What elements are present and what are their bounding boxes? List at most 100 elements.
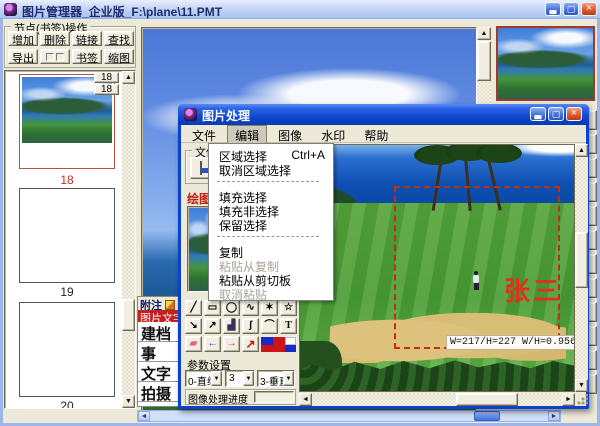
color-palette-button[interactable] xyxy=(261,336,297,352)
scroll-down-icon[interactable]: ▼ xyxy=(575,379,588,392)
thumbnail-image-20[interactable] xyxy=(22,305,112,394)
width-combobox[interactable]: 3 ▼ xyxy=(225,370,255,387)
scroll-up-icon[interactable]: ▲ xyxy=(122,71,135,84)
dialog-icon xyxy=(184,108,197,121)
frame-pair-button[interactable] xyxy=(40,49,70,64)
window-title: 图片管理器_企业版_F:\plane\11.PMT xyxy=(22,3,222,20)
palette-icon xyxy=(261,337,297,352)
export-button[interactable]: 导出 xyxy=(8,49,38,64)
delete-button[interactable]: 删除 xyxy=(40,31,70,46)
thumbnail-label: 19 xyxy=(19,285,115,299)
index-badge: 18 xyxy=(94,72,119,83)
dialog-close-button[interactable]: × xyxy=(566,107,582,121)
thumbnail-item[interactable] xyxy=(19,188,115,283)
dialog-title: 图片处理 xyxy=(202,107,250,124)
main-titlebar: 图片管理器_企业版_F:\plane\11.PMT ▃ ▢ × xyxy=(0,0,600,19)
curve-tool[interactable]: ∿ xyxy=(242,300,259,316)
selection-stats: W=217/H=227 W/H=0.956 xyxy=(446,335,575,350)
node-ops-group: 节点(书签)操作 增加 删除 链接 查找 导出 书签 缩图 xyxy=(4,26,136,68)
file-icon xyxy=(200,161,202,175)
edit-canvas[interactable]: 张三 W=217/H=227 W/H=0.956 xyxy=(299,144,575,392)
scroll-left-icon[interactable]: ◄ xyxy=(299,393,312,406)
thumbnail-item[interactable] xyxy=(19,302,115,397)
red-arrow-tool[interactable]: ↗ xyxy=(242,336,259,352)
resize-grip[interactable] xyxy=(576,394,588,406)
frame-icon xyxy=(56,53,64,61)
main-vscroll-thumb[interactable] xyxy=(477,41,491,81)
minimize-button[interactable]: ▃ xyxy=(545,2,561,16)
scroll-up-icon[interactable]: ▲ xyxy=(575,144,588,157)
ellipse-tool[interactable]: ◯ xyxy=(223,300,240,316)
diagonal-tool[interactable]: ↘ xyxy=(185,318,202,334)
align-combobox[interactable]: 3-垂直 ▼ xyxy=(257,370,295,387)
maximize-button[interactable]: ▢ xyxy=(563,2,579,16)
scroll-left-icon[interactable]: ◄ xyxy=(138,411,150,421)
index-badge: 18 xyxy=(94,84,119,95)
menu-item-copy[interactable]: 复制 xyxy=(209,243,333,257)
canvas-vscroll[interactable]: ▲ ▼ xyxy=(575,144,588,392)
dialog-maximize-button[interactable]: ▢ xyxy=(548,107,564,121)
chart-tool[interactable]: ▟ xyxy=(223,318,240,334)
spray-tool[interactable]: ✶ xyxy=(261,300,278,316)
notes-icon xyxy=(165,300,175,310)
menu-item-keep-selection[interactable]: 保留选择 xyxy=(209,216,333,230)
shortcut-label: Ctrl+A xyxy=(291,148,325,162)
bookmark-button[interactable]: 书签 xyxy=(72,49,102,64)
preview-thumbnail[interactable] xyxy=(496,26,595,101)
list-scrollbar[interactable]: ▲ ▼ xyxy=(122,71,135,408)
menu-item-fill-nonselection[interactable]: 填充非选择 xyxy=(209,202,333,216)
palm-fronds xyxy=(476,144,522,163)
shape-combobox[interactable]: 0-直线 ▼ xyxy=(185,370,223,387)
stream-tool[interactable]: ʃ xyxy=(242,318,259,334)
image-process-dialog: 图片处理 ▃ ▢ × 文件 编辑 图像 水印 帮助 文件 绘图 ╱ ▭ ◯ ∿ … xyxy=(178,104,589,409)
scroll-down-icon[interactable]: ▼ xyxy=(122,395,135,408)
link-button[interactable]: 链接 xyxy=(72,31,102,46)
main-hscroll[interactable]: ◄ ► xyxy=(137,410,561,422)
arc-tool[interactable]: ⌒ xyxy=(261,318,278,334)
canvas-vscroll-thumb[interactable] xyxy=(575,232,588,288)
thumbnail-button[interactable]: 缩图 xyxy=(104,49,134,64)
canvas-hscroll[interactable]: ◄ ► xyxy=(299,393,575,406)
scroll-right-icon[interactable]: ► xyxy=(562,393,575,406)
menu-item-paste-from-clipboard[interactable]: 粘贴从剪切板 xyxy=(209,271,333,285)
star-tool[interactable]: ☆ xyxy=(280,300,297,316)
arrow-right-tool[interactable]: → xyxy=(223,336,240,352)
menu-item-select-region[interactable]: 区域选择Ctrl+A xyxy=(209,147,333,161)
menu-item-cancel-region[interactable]: 取消区域选择 xyxy=(209,161,333,175)
thumbnail-label: 18 xyxy=(19,173,115,187)
arrow-tool[interactable]: ↗ xyxy=(204,318,221,334)
chevron-down-icon[interactable]: ▼ xyxy=(283,371,294,386)
progress-bar xyxy=(254,391,294,403)
menu-item-paste-from-copy: 粘贴从复制 xyxy=(209,257,333,271)
menu-separator xyxy=(217,236,319,237)
scroll-up-icon[interactable]: ▲ xyxy=(477,27,491,40)
edit-menu-dropdown: 区域选择Ctrl+A 取消区域选择 填充选择 填充非选择 保留选择 复制 粘贴从… xyxy=(208,143,334,301)
close-button[interactable]: × xyxy=(581,2,597,16)
eraser-tool[interactable]: ▰ xyxy=(185,336,202,352)
main-window: 图片管理器_企业版_F:\plane\11.PMT ▃ ▢ × 节点(书签)操作… xyxy=(0,0,600,426)
main-hscroll-thumb[interactable] xyxy=(474,411,500,421)
text-tool[interactable]: T xyxy=(280,318,297,334)
menu-separator xyxy=(217,181,319,182)
canvas-annotation: 张三 xyxy=(504,271,562,308)
selection-rectangle[interactable] xyxy=(394,186,560,349)
chevron-down-icon[interactable]: ▼ xyxy=(211,371,222,386)
dialog-titlebar: 图片处理 ▃ ▢ × xyxy=(178,104,589,125)
frame-icon xyxy=(46,53,54,61)
thumbnail-label: 20 xyxy=(19,399,115,409)
dialog-minimize-button[interactable]: ▃ xyxy=(530,107,546,121)
list-scrollbar-thumb[interactable] xyxy=(122,299,135,331)
canvas-hscroll-thumb[interactable] xyxy=(456,393,518,406)
thumbnail-list: 18 19 20 18 18 ▲ ▼ xyxy=(4,70,136,409)
chevron-down-icon[interactable]: ▼ xyxy=(243,371,254,386)
add-button[interactable]: 增加 xyxy=(8,31,38,46)
line-tool[interactable]: ╱ xyxy=(185,300,202,316)
thumbnail-image-19[interactable] xyxy=(22,191,112,280)
progress-group: 图像处理进度 xyxy=(185,389,296,405)
arrow-left-tool[interactable]: ← xyxy=(204,336,221,352)
dialog-menubar: 文件 编辑 图像 水印 帮助 xyxy=(181,125,586,143)
find-button[interactable]: 查找 xyxy=(104,31,134,46)
menu-item-fill-selection[interactable]: 填充选择 xyxy=(209,188,333,202)
rectangle-tool[interactable]: ▭ xyxy=(204,300,221,316)
scroll-right-icon[interactable]: ► xyxy=(548,411,560,421)
